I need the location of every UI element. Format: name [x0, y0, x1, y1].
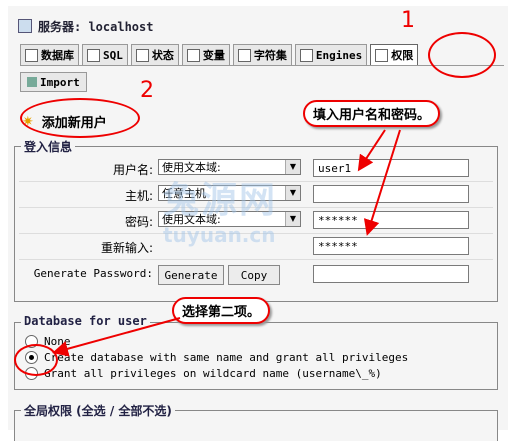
- arrow-to-radio: [52, 317, 181, 357]
- annotation-arrows: [52, 129, 401, 357]
- arrow-to-password: [363, 129, 401, 236]
- arrow-to-username: [357, 129, 386, 172]
